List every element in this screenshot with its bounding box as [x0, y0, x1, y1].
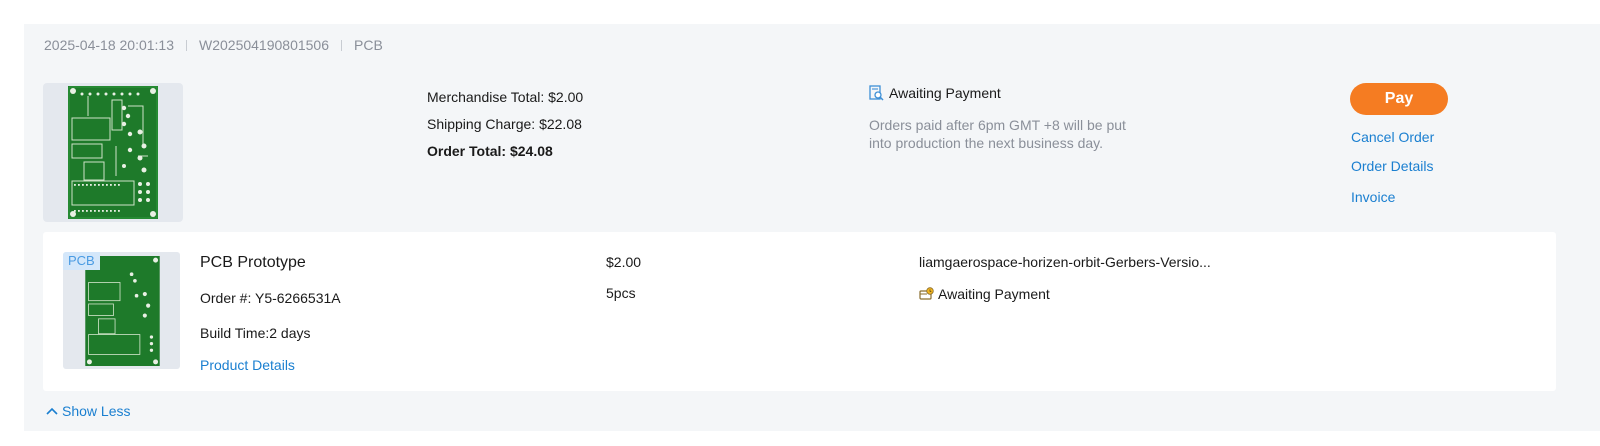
pay-button[interactable]: Pay — [1350, 83, 1448, 115]
item-category-tag: PCB — [63, 252, 100, 270]
status-label: Awaiting Payment — [889, 85, 1001, 101]
wallet-clock-icon — [919, 287, 934, 300]
order-item: PCB PCB Prototype Order #: Y5-6266531A B… — [43, 232, 1556, 391]
order-total: Order Total: $24.08 — [427, 143, 553, 159]
chevron-up-icon — [46, 407, 58, 415]
order-meta: 2025-04-18 20:01:13 W202504190801506 PCB — [44, 37, 383, 53]
item-thumbnail[interactable]: PCB — [63, 252, 180, 369]
order-number: W202504190801506 — [199, 37, 330, 53]
item-status-label: Awaiting Payment — [938, 286, 1050, 302]
order-details-link[interactable]: Order Details — [1351, 158, 1433, 174]
search-document-icon — [869, 85, 884, 101]
order-thumbnail[interactable] — [43, 83, 183, 222]
show-less-toggle[interactable]: Show Less — [46, 403, 130, 419]
order-card: 2025-04-18 20:01:13 W202504190801506 PCB — [24, 24, 1600, 431]
item-price: $2.00 — [606, 254, 642, 270]
cancel-order-link[interactable]: Cancel Order — [1351, 129, 1434, 145]
item-build-time: Build Time:2 days — [200, 325, 311, 341]
merchandise-total: Merchandise Total: $2.00 — [427, 89, 584, 105]
item-status: Awaiting Payment — [919, 286, 1050, 302]
order-datetime: 2025-04-18 20:01:13 — [44, 37, 174, 53]
order-category: PCB — [354, 37, 383, 53]
shipping-charge: Shipping Charge: $22.08 — [427, 116, 582, 132]
pcb-board-image — [85, 256, 160, 366]
order-actions: Pay Cancel Order Order Details Invoice — [1350, 83, 1480, 205]
item-order-number: Order #: Y5-6266531A — [200, 290, 341, 306]
item-quantity: 5pcs — [606, 285, 636, 301]
item-title: PCB Prototype — [200, 254, 306, 271]
product-details-link[interactable]: Product Details — [200, 357, 341, 373]
item-filename: liamgaerospace-horizen-orbit-Gerbers-Ver… — [919, 254, 1211, 270]
invoice-link[interactable]: Invoice — [1351, 189, 1395, 205]
order-status: Awaiting Payment Orders paid after 6pm G… — [869, 84, 1139, 152]
item-info: PCB Prototype Order #: Y5-6266531A Build… — [200, 254, 341, 373]
meta-divider — [186, 39, 187, 51]
order-totals: Merchandise Total: $2.00 Shipping Charge… — [427, 84, 583, 165]
show-less-label: Show Less — [62, 403, 131, 419]
production-note: Orders paid after 6pm GMT +8 will be put… — [869, 117, 1126, 151]
meta-divider — [341, 39, 343, 51]
pcb-board-image — [68, 86, 158, 219]
